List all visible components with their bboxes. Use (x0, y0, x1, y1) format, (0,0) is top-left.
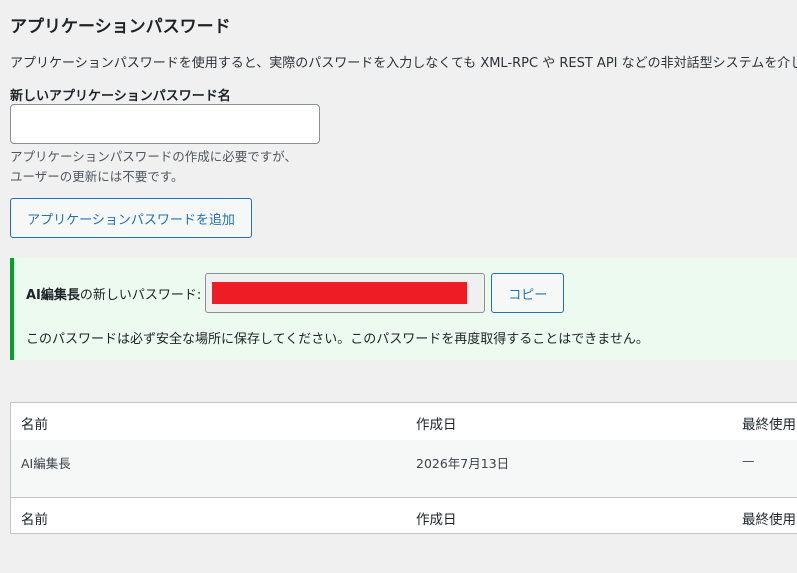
table-header: 名前 作成日 最終使用 (11, 403, 797, 441)
notice-label-suffix: の新しいパスワード: (79, 287, 202, 303)
column-footer-name: 名前 (21, 512, 48, 528)
column-header-created: 作成日 (416, 417, 457, 433)
add-application-password-button[interactable]: アプリケーションパスワードを追加 (10, 198, 252, 238)
column-header-name: 名前 (21, 417, 48, 433)
table-footer: 名前 作成日 最終使用 (11, 497, 797, 533)
row-created: 2026年7月13日 (416, 456, 510, 471)
row-name: AI編集長 (21, 456, 71, 471)
new-password-notice: AI編集長 の新しいパスワード: コピー このパスワードは必ず安全な場所に保存し… (10, 258, 797, 360)
application-passwords-table: 名前 作成日 最終使用 AI編集長 2026年7月13日 — 名前 作成日 最終… (10, 402, 797, 534)
row-last-used: — (742, 453, 755, 468)
column-header-last-used: 最終使用 (742, 417, 796, 433)
copy-button[interactable]: コピー (491, 273, 565, 313)
name-help-text: アプリケーションパスワードの作成に必要ですが、 ユーザーの更新には不要です。 (10, 147, 297, 187)
new-password-name-label: 新しいアプリケーションパスワード名 (10, 89, 231, 104)
notice-user-name: AI編集長 (26, 287, 80, 303)
help-line-2: ユーザーの更新には不要です。 (10, 169, 184, 184)
section-description: アプリケーションパスワードを使用すると、実際のパスワードを入力しなくても XML… (10, 56, 797, 71)
table-row: AI編集長 2026年7月13日 — (11, 440, 797, 497)
new-password-row: AI編集長 の新しいパスワード: コピー (26, 273, 565, 313)
column-footer-last-used: 最終使用 (742, 512, 796, 528)
notice-warning-text: このパスワードは必ず安全な場所に保存してください。このパスワードを再度取得するこ… (26, 332, 649, 347)
section-title: アプリケーションパスワード (10, 17, 231, 37)
help-line-1: アプリケーションパスワードの作成に必要ですが、 (10, 149, 298, 164)
column-footer-created: 作成日 (416, 512, 457, 528)
new-password-field[interactable] (205, 273, 486, 313)
password-redaction (212, 282, 468, 304)
application-passwords-page: アプリケーションパスワード アプリケーションパスワードを使用すると、実際のパスワ… (0, 0, 797, 573)
new-password-name-input[interactable] (10, 104, 320, 144)
